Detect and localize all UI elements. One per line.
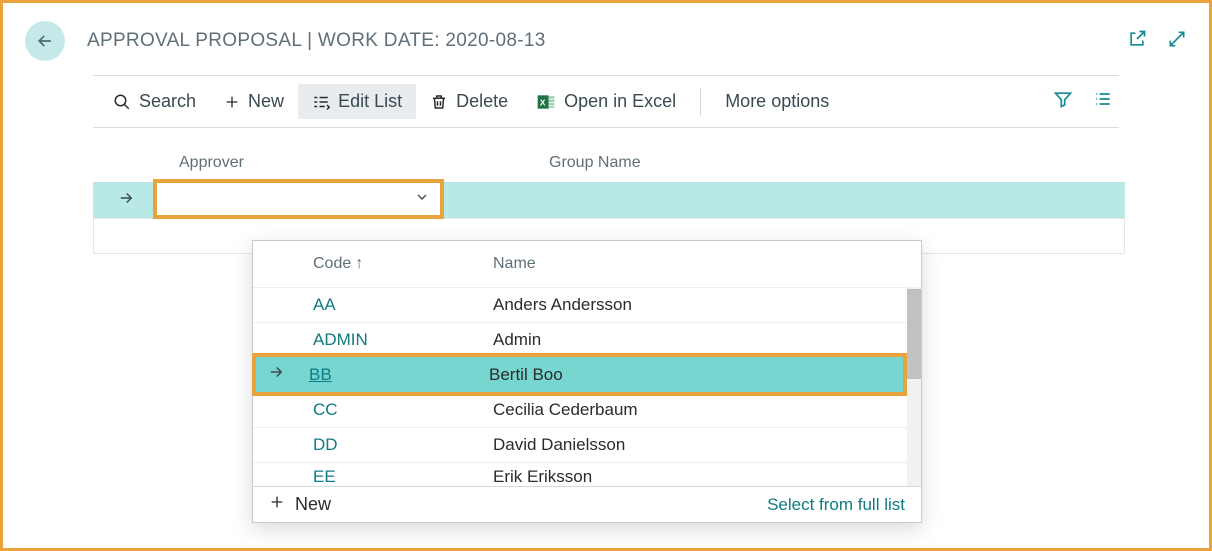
popup-row[interactable]: ADMIN Admin	[253, 322, 921, 357]
expand-button[interactable]	[1167, 29, 1187, 54]
popup-name: Cecilia Cederbaum	[493, 400, 921, 420]
popup-row[interactable]: DD David Danielsson	[253, 427, 921, 462]
open-excel-button[interactable]: X Open in Excel	[522, 84, 690, 119]
edit-list-icon	[312, 93, 330, 111]
list-icon	[1093, 89, 1113, 109]
popup-code[interactable]: CC	[313, 400, 493, 420]
popup-code[interactable]: DD	[313, 435, 493, 455]
popup-col-name[interactable]: Name	[493, 255, 901, 273]
sort-asc-icon: ↑	[355, 255, 363, 273]
row-indicator-icon	[267, 363, 285, 386]
svg-text:X: X	[540, 97, 546, 107]
page-title: APPROVAL PROPOSAL | WORK DATE: 2020-08-1…	[87, 30, 546, 52]
popup-row[interactable]: AA Anders Andersson	[253, 287, 921, 322]
popup-col-code[interactable]: Code ↑	[313, 255, 493, 273]
list-view-button[interactable]	[1093, 89, 1113, 114]
popup-row[interactable]: CC Cecilia Cederbaum	[253, 392, 921, 427]
more-options-button[interactable]: More options	[711, 84, 843, 119]
search-button[interactable]: Search	[99, 84, 210, 119]
popup-name: David Danielsson	[493, 435, 921, 455]
new-button[interactable]: New	[210, 84, 298, 119]
popup-name: Admin	[493, 330, 921, 350]
popup-code[interactable]: BB	[309, 365, 489, 385]
column-approver[interactable]: Approver	[179, 154, 549, 172]
search-icon	[113, 93, 131, 111]
back-button[interactable]	[25, 21, 65, 61]
toolbar: Search New Edit List Delete X Open in Ex…	[93, 75, 1119, 128]
excel-icon: X	[536, 92, 556, 112]
popup-body: AA Anders Andersson ADMIN Admin BB Berti…	[253, 287, 921, 486]
page-header: APPROVAL PROPOSAL | WORK DATE: 2020-08-1…	[3, 3, 1209, 75]
select-full-list-link[interactable]: Select from full list	[767, 495, 905, 515]
popup-row-selected[interactable]: BB Bertil Boo	[252, 353, 907, 396]
delete-button[interactable]: Delete	[416, 84, 522, 119]
popup-new-button[interactable]: New	[269, 494, 331, 515]
popup-footer: New Select from full list	[253, 486, 921, 522]
popup-scrollbar[interactable]	[907, 287, 921, 486]
arrow-left-icon	[35, 31, 55, 51]
popup-name: Erik Eriksson	[493, 467, 921, 486]
expand-icon	[1167, 29, 1187, 49]
row-indicator-icon	[117, 189, 135, 212]
popup-code[interactable]: AA	[313, 295, 493, 315]
plus-icon	[224, 94, 240, 110]
popup-code[interactable]: EE	[313, 467, 493, 486]
approver-dropdown[interactable]	[153, 179, 444, 219]
column-headers: Approver Group Name	[93, 154, 1119, 172]
grid-selected-row[interactable]	[93, 182, 1125, 218]
search-label: Search	[139, 91, 196, 112]
plus-icon	[269, 494, 285, 515]
popup-code[interactable]: ADMIN	[313, 330, 493, 350]
edit-list-label: Edit List	[338, 91, 402, 112]
popup-col-code-label: Code	[313, 255, 351, 273]
popup-name: Bertil Boo	[489, 365, 903, 385]
lookup-popup: Code ↑ Name AA Anders Andersson ADMIN Ad…	[252, 240, 922, 523]
popup-header: Code ↑ Name	[253, 241, 921, 287]
popup-new-label: New	[295, 494, 331, 515]
column-group-name[interactable]: Group Name	[549, 154, 1119, 172]
edit-list-button[interactable]: Edit List	[298, 84, 416, 119]
chevron-down-icon	[414, 189, 430, 210]
toolbar-divider	[700, 88, 701, 116]
open-excel-label: Open in Excel	[564, 91, 676, 112]
popout-icon	[1127, 29, 1147, 49]
popup-row[interactable]: EE Erik Eriksson	[253, 462, 921, 486]
delete-label: Delete	[456, 91, 508, 112]
scrollbar-thumb[interactable]	[907, 289, 921, 379]
more-options-label: More options	[725, 91, 829, 112]
popup-name: Anders Andersson	[493, 295, 921, 315]
filter-icon	[1053, 89, 1073, 109]
popout-button[interactable]	[1127, 29, 1147, 54]
trash-icon	[430, 93, 448, 111]
filter-button[interactable]	[1053, 89, 1073, 114]
new-label: New	[248, 91, 284, 112]
